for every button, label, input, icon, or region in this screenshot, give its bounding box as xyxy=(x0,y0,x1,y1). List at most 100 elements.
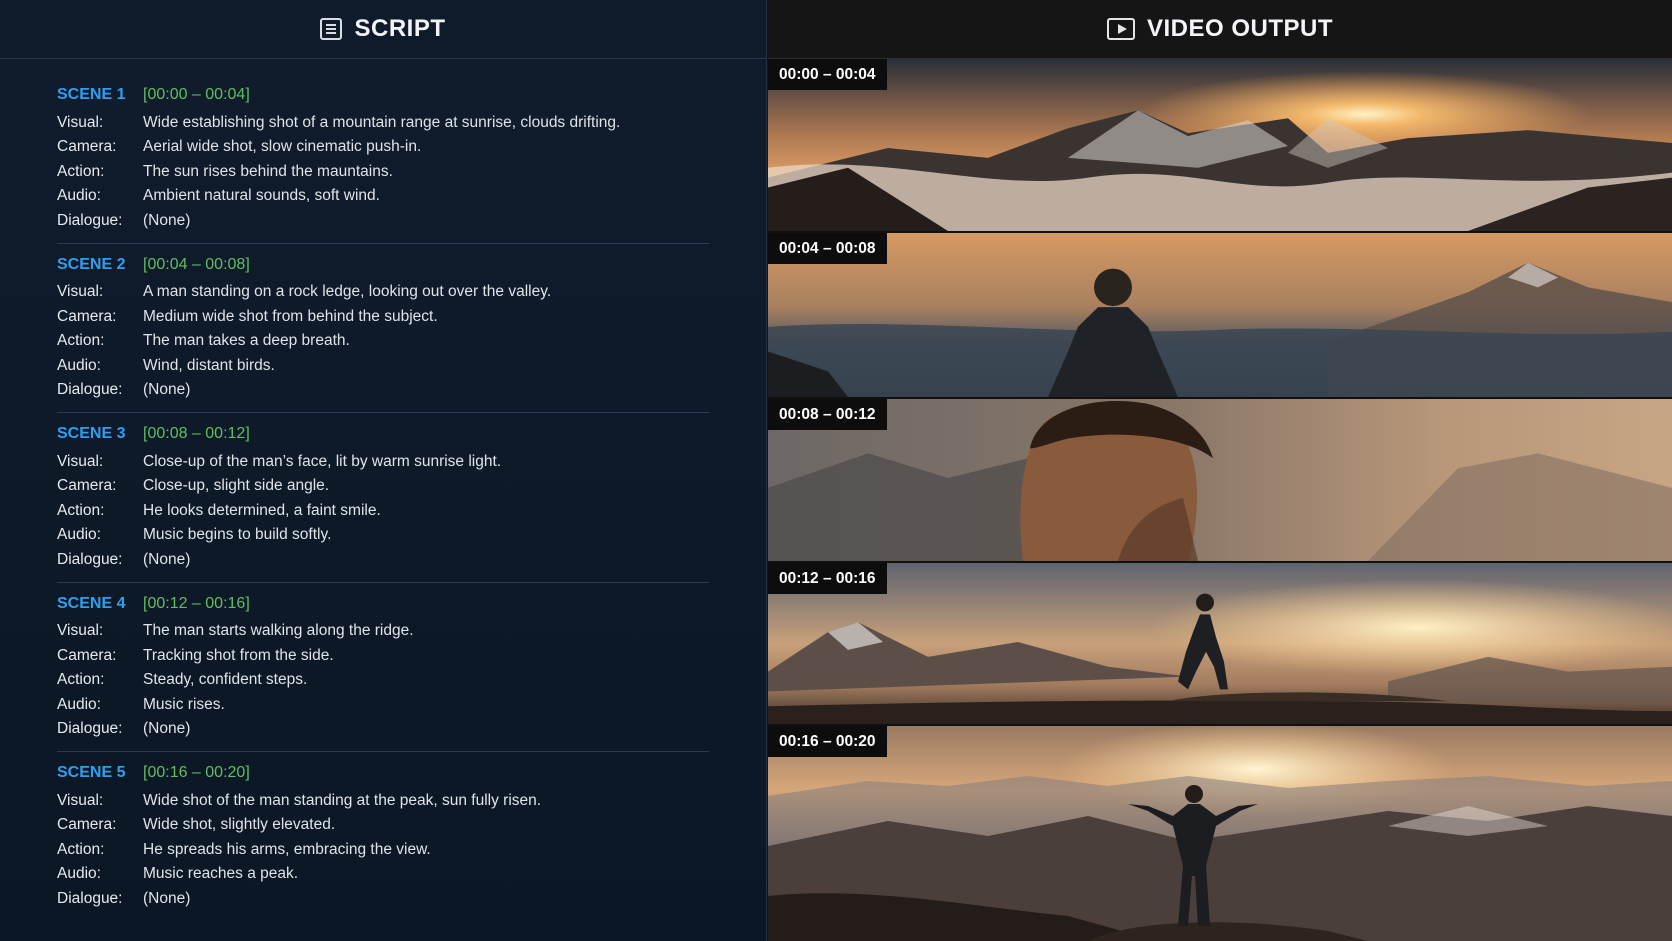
scene-field-row: Action: The sun rises behind the mauntain… xyxy=(57,159,709,184)
scene-field-row: Visual: A man standing on a rock ledge, l… xyxy=(57,280,709,305)
video-frame[interactable]: 00:08 – 00:12 xyxy=(768,399,1672,563)
scene-name: SCENE 1 xyxy=(57,86,126,103)
scene-time-range: [00:00 – 00:04] xyxy=(143,86,250,103)
scene-name: SCENE 5 xyxy=(57,764,126,781)
scene-field-row: Action: He spreads his arms, embracing th… xyxy=(57,837,709,862)
scene-field-value: Tracking shot from the side. xyxy=(143,646,334,664)
scene-block: SCENE 2 [00:04 – 00:08] Visual: A man stand… xyxy=(57,244,709,413)
video-panel-title: VIDEO OUTPUT xyxy=(1146,15,1333,42)
scene-list: SCENE 1 [00:00 – 00:04] Visual: Wide establ… xyxy=(57,74,709,921)
scene-field-value: The sun rises behind the mauntains. xyxy=(143,162,393,180)
scene-field-value: (None) xyxy=(143,381,191,398)
scene-field-label: Visual: xyxy=(57,113,104,131)
scene-field-label: Dialogue: xyxy=(57,381,123,398)
scene-field-row: Action: Steady, confident steps. xyxy=(57,668,709,693)
scene-field-value: Medium wide shot from behind the subject… xyxy=(143,307,438,325)
frame-image-man-walking-ridge xyxy=(768,563,1672,724)
scene-field-label: Audio: xyxy=(57,526,101,543)
scene-field-label: Audio: xyxy=(57,356,101,374)
scene-field-value: He looks determined, a faint smile. xyxy=(143,501,381,519)
scene-field-row: Visual: The man starts walking along the … xyxy=(57,619,709,644)
scene-field-label: Visual: xyxy=(57,791,104,809)
scene-field-label: Visual: xyxy=(57,622,104,639)
scene-field-row: Audio: Music reaches a peak. xyxy=(57,862,709,887)
scene-field-row: Dialogue: (None) xyxy=(57,547,709,572)
scene-field-label: Camera: xyxy=(57,477,117,494)
scene-field-value: The man takes a deep breath. xyxy=(143,332,350,349)
video-output-panel: VIDEO OUTPUT 00:00 – 00:04 00:04 – 00:08… xyxy=(768,0,1672,941)
play-icon xyxy=(1106,18,1135,40)
scene-field-value: Close-up of the man’s face, lit by warm … xyxy=(143,452,502,470)
frame-image-man-arms-spread xyxy=(768,726,1672,941)
scene-field-label: Visual: xyxy=(57,452,104,470)
scene-field-label: Action: xyxy=(57,840,105,858)
video-frame[interactable]: 00:16 – 00:20 xyxy=(768,726,1672,941)
scene-block: SCENE 3 [00:08 – 00:12] Visual: Close-up of… xyxy=(57,413,709,583)
scene-field-value: (None) xyxy=(143,889,191,907)
scene-field-value: (None) xyxy=(143,550,191,568)
scene-field-row: Visual: Close-up of the man’s face, lit b… xyxy=(57,449,709,474)
scene-field-row: Audio: Music begins to build softly. xyxy=(57,523,709,548)
scene-block: SCENE 5 [00:16 – 00:20] Visual: Wide shot o… xyxy=(57,752,709,921)
scene-field-value: Ambient natural sounds, soft wind. xyxy=(143,187,380,204)
scene-field-label: Action: xyxy=(57,671,105,688)
frame-timestamp: 00:12 – 00:16 xyxy=(768,563,887,594)
scene-time-range: [00:12 – 00:16] xyxy=(143,594,250,612)
scene-field-value: He spreads his arms, embracing the view. xyxy=(143,840,431,858)
scene-field-value: The man starts walking along the ridge. xyxy=(143,622,414,639)
scene-field-value: Music rises. xyxy=(143,695,225,713)
scene-field-value: Steady, confident steps. xyxy=(143,671,308,688)
scene-field-value: A man standing on a rock ledge, looking … xyxy=(143,283,552,300)
scene-field-label: Action: xyxy=(57,501,105,519)
scene-field-value: Music reaches a peak. xyxy=(143,865,299,882)
video-frame[interactable]: 00:12 – 00:16 xyxy=(768,563,1672,726)
scene-field-label: Action: xyxy=(57,332,105,349)
scene-field-row: Dialogue: (None) xyxy=(57,886,709,911)
scene-field-value: Close-up, slight side angle. xyxy=(143,477,330,494)
scene-field-row: Action: The man takes a deep breath. xyxy=(57,329,709,354)
scene-field-label: Dialogue: xyxy=(57,889,123,907)
scene-field-label: Camera: xyxy=(57,816,117,833)
scene-field-row: Dialogue: (None) xyxy=(57,208,709,233)
video-frame[interactable]: 00:00 – 00:04 xyxy=(768,59,1672,233)
scene-field-row: Camera: Tracking shot from the side. xyxy=(57,643,709,668)
scene-field-row: Visual: Wide shot of the man standing at … xyxy=(57,788,709,813)
scene-field-label: Audio: xyxy=(57,695,101,713)
script-panel-header: SCRIPT xyxy=(0,0,766,59)
scene-field-label: Camera: xyxy=(57,307,117,325)
scene-name: SCENE 3 xyxy=(57,425,126,442)
scene-field-row: Dialogue: (None) xyxy=(57,378,709,403)
frame-timestamp: 00:16 – 00:20 xyxy=(768,726,887,757)
document-icon xyxy=(320,18,343,40)
scene-field-value: (None) xyxy=(143,211,191,229)
scene-field-row: Visual: Wide establishing shot of a mount… xyxy=(57,110,709,135)
scene-time-range: [00:04 – 00:08] xyxy=(143,255,250,273)
scene-field-label: Visual: xyxy=(57,283,104,300)
scene-time-range: [00:08 – 00:12] xyxy=(143,425,250,442)
scene-header: SCENE 3 [00:08 – 00:12] xyxy=(57,422,709,446)
scene-field-label: Dialogue: xyxy=(57,550,123,568)
script-panel-title: SCRIPT xyxy=(354,15,446,42)
scene-field-label: Dialogue: xyxy=(57,211,123,229)
scene-field-row: Audio: Music rises. xyxy=(57,692,709,717)
scene-field-row: Camera: Wide shot, slightly elevated. xyxy=(57,813,709,838)
frame-image-man-from-behind xyxy=(768,233,1672,397)
frame-image-mountain-sunrise xyxy=(768,59,1672,231)
scene-field-value: Wide shot of the man standing at the pea… xyxy=(143,791,542,809)
scene-field-value: Aerial wide shot, slow cinematic push-in… xyxy=(143,138,422,155)
video-frames: 00:00 – 00:04 00:04 – 00:08 00:08 – 00:1… xyxy=(768,59,1672,941)
scene-field-row: Camera: Close-up, slight side angle. xyxy=(57,474,709,499)
scene-field-value: (None) xyxy=(143,720,191,737)
scene-field-row: Camera: Aerial wide shot, slow cinematic … xyxy=(57,135,709,160)
scene-field-label: Action: xyxy=(57,162,105,180)
scene-field-label: Audio: xyxy=(57,187,101,204)
scene-block: SCENE 1 [00:00 – 00:04] Visual: Wide establ… xyxy=(57,74,709,244)
scene-header: SCENE 4 [00:12 – 00:16] xyxy=(57,592,709,616)
video-frame[interactable]: 00:04 – 00:08 xyxy=(768,233,1672,399)
scene-field-label: Camera: xyxy=(57,646,117,664)
scene-field-row: Audio: Ambient natural sounds, soft wind. xyxy=(57,184,709,209)
scene-field-label: Dialogue: xyxy=(57,720,123,737)
script-panel: SCRIPT SCENE 1 [00:00 – 00:04] Visual: Wide… xyxy=(0,0,767,941)
scene-header: SCENE 1 [00:00 – 00:04] xyxy=(57,83,709,107)
scene-field-value: Music begins to build softly. xyxy=(143,526,332,543)
